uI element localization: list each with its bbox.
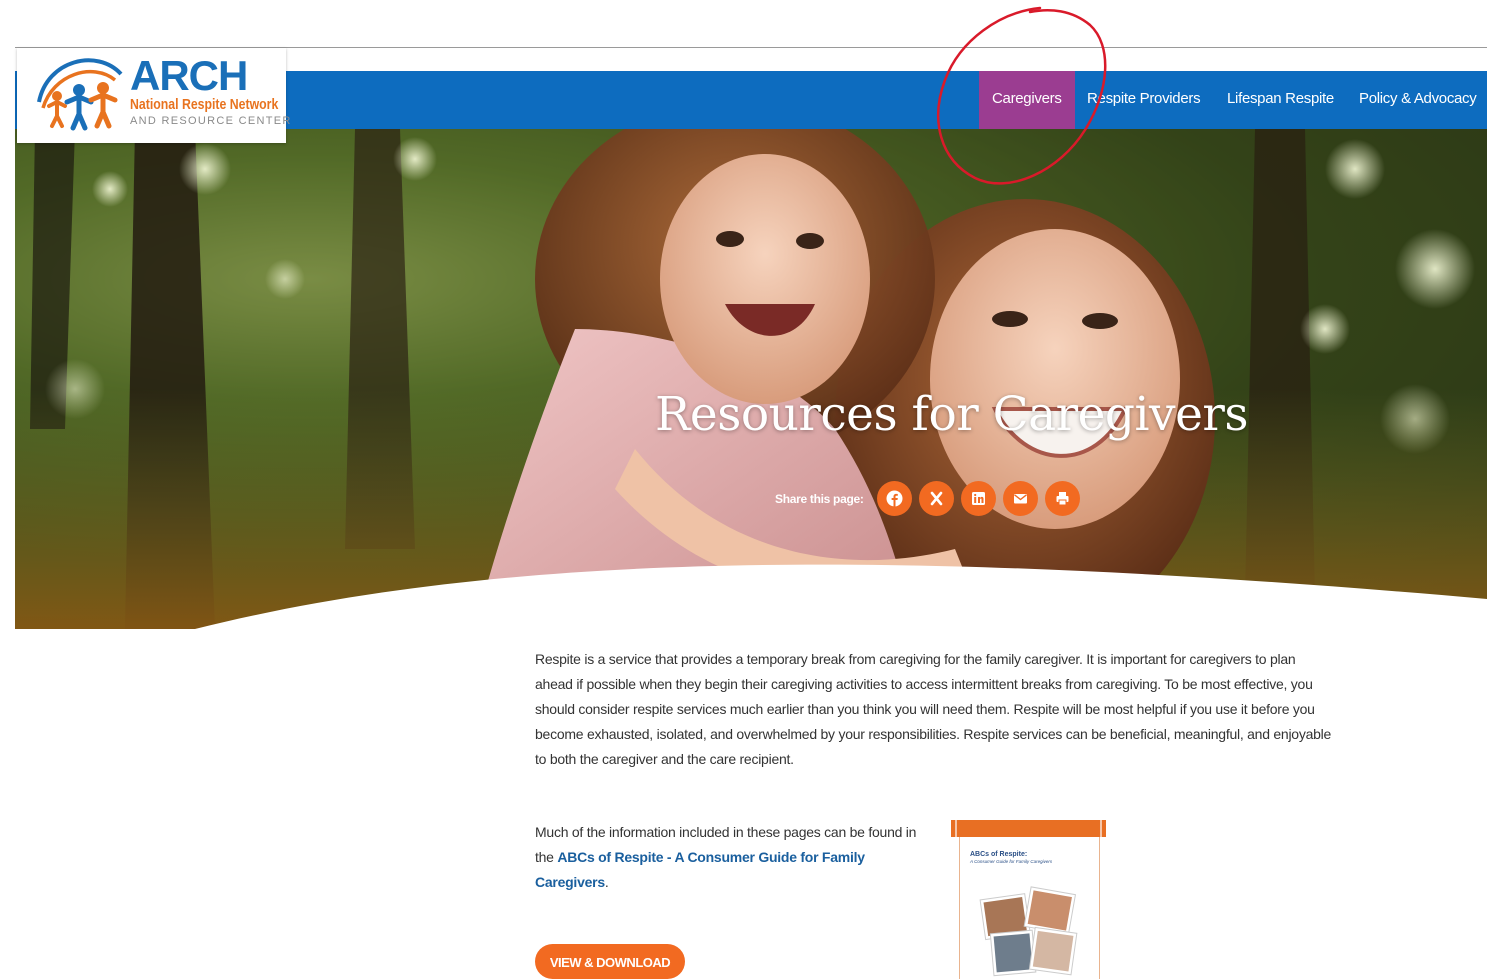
linkedin-icon [972, 492, 985, 505]
hero-banner: Resources for Caregivers Share this page… [15, 129, 1487, 629]
logo-tagline: AND RESOURCE CENTER [130, 115, 292, 127]
guide-paragraph: Much of the information included in thes… [535, 820, 920, 895]
booklet-photo-collage [979, 886, 1078, 977]
share-facebook-button[interactable] [877, 481, 912, 516]
booklet-page: ABCs of Respite: A Consumer Guide for Fa… [959, 837, 1100, 979]
nav-item-caregivers[interactable]: Caregivers [979, 71, 1075, 129]
booklet-tab-left [955, 820, 957, 837]
abcs-of-respite-link[interactable]: ABCs of Respite - A Consumer Guide for F… [535, 849, 865, 890]
booklet-subtitle: A Consumer Guide for Family Caregivers [970, 859, 1053, 864]
nav-item-respite-providers[interactable]: Respite Providers [1087, 71, 1201, 129]
nav-item-lifespan-respite[interactable]: Lifespan Respite [1227, 71, 1334, 129]
email-icon [1014, 494, 1027, 504]
share-label: Share this page: [775, 492, 864, 506]
page-title: Resources for Caregivers [655, 387, 1249, 442]
guide-suffix: . [604, 874, 609, 890]
intro-paragraph: Respite is a service that provides a tem… [535, 651, 1332, 767]
booklet-header-bar [951, 820, 1106, 837]
booklet-tab-right [1100, 820, 1102, 837]
print-icon [1056, 492, 1069, 506]
x-icon [930, 491, 943, 506]
family-logo-icon [37, 58, 123, 131]
hero-photo [15, 129, 1487, 629]
share-x-button[interactable] [919, 481, 954, 516]
nav-item-policy-advocacy[interactable]: Policy & Advocacy [1359, 71, 1477, 129]
view-download-button[interactable]: VIEW & DOWNLOAD [535, 944, 685, 979]
facebook-icon [886, 490, 903, 507]
booklet-title: ABCs of Respite: [970, 851, 1028, 858]
booklet-cover-image[interactable]: ABCs of Respite: A Consumer Guide for Fa… [951, 820, 1106, 979]
logo-title: ARCH [130, 52, 248, 99]
logo-subtitle: National Respite Network [130, 96, 279, 113]
share-print-button[interactable] [1045, 481, 1080, 516]
share-linkedin-button[interactable] [961, 481, 996, 516]
share-email-button[interactable] [1003, 481, 1038, 516]
site-logo[interactable]: ARCH National Respite Network AND RESOUR… [17, 48, 290, 143]
